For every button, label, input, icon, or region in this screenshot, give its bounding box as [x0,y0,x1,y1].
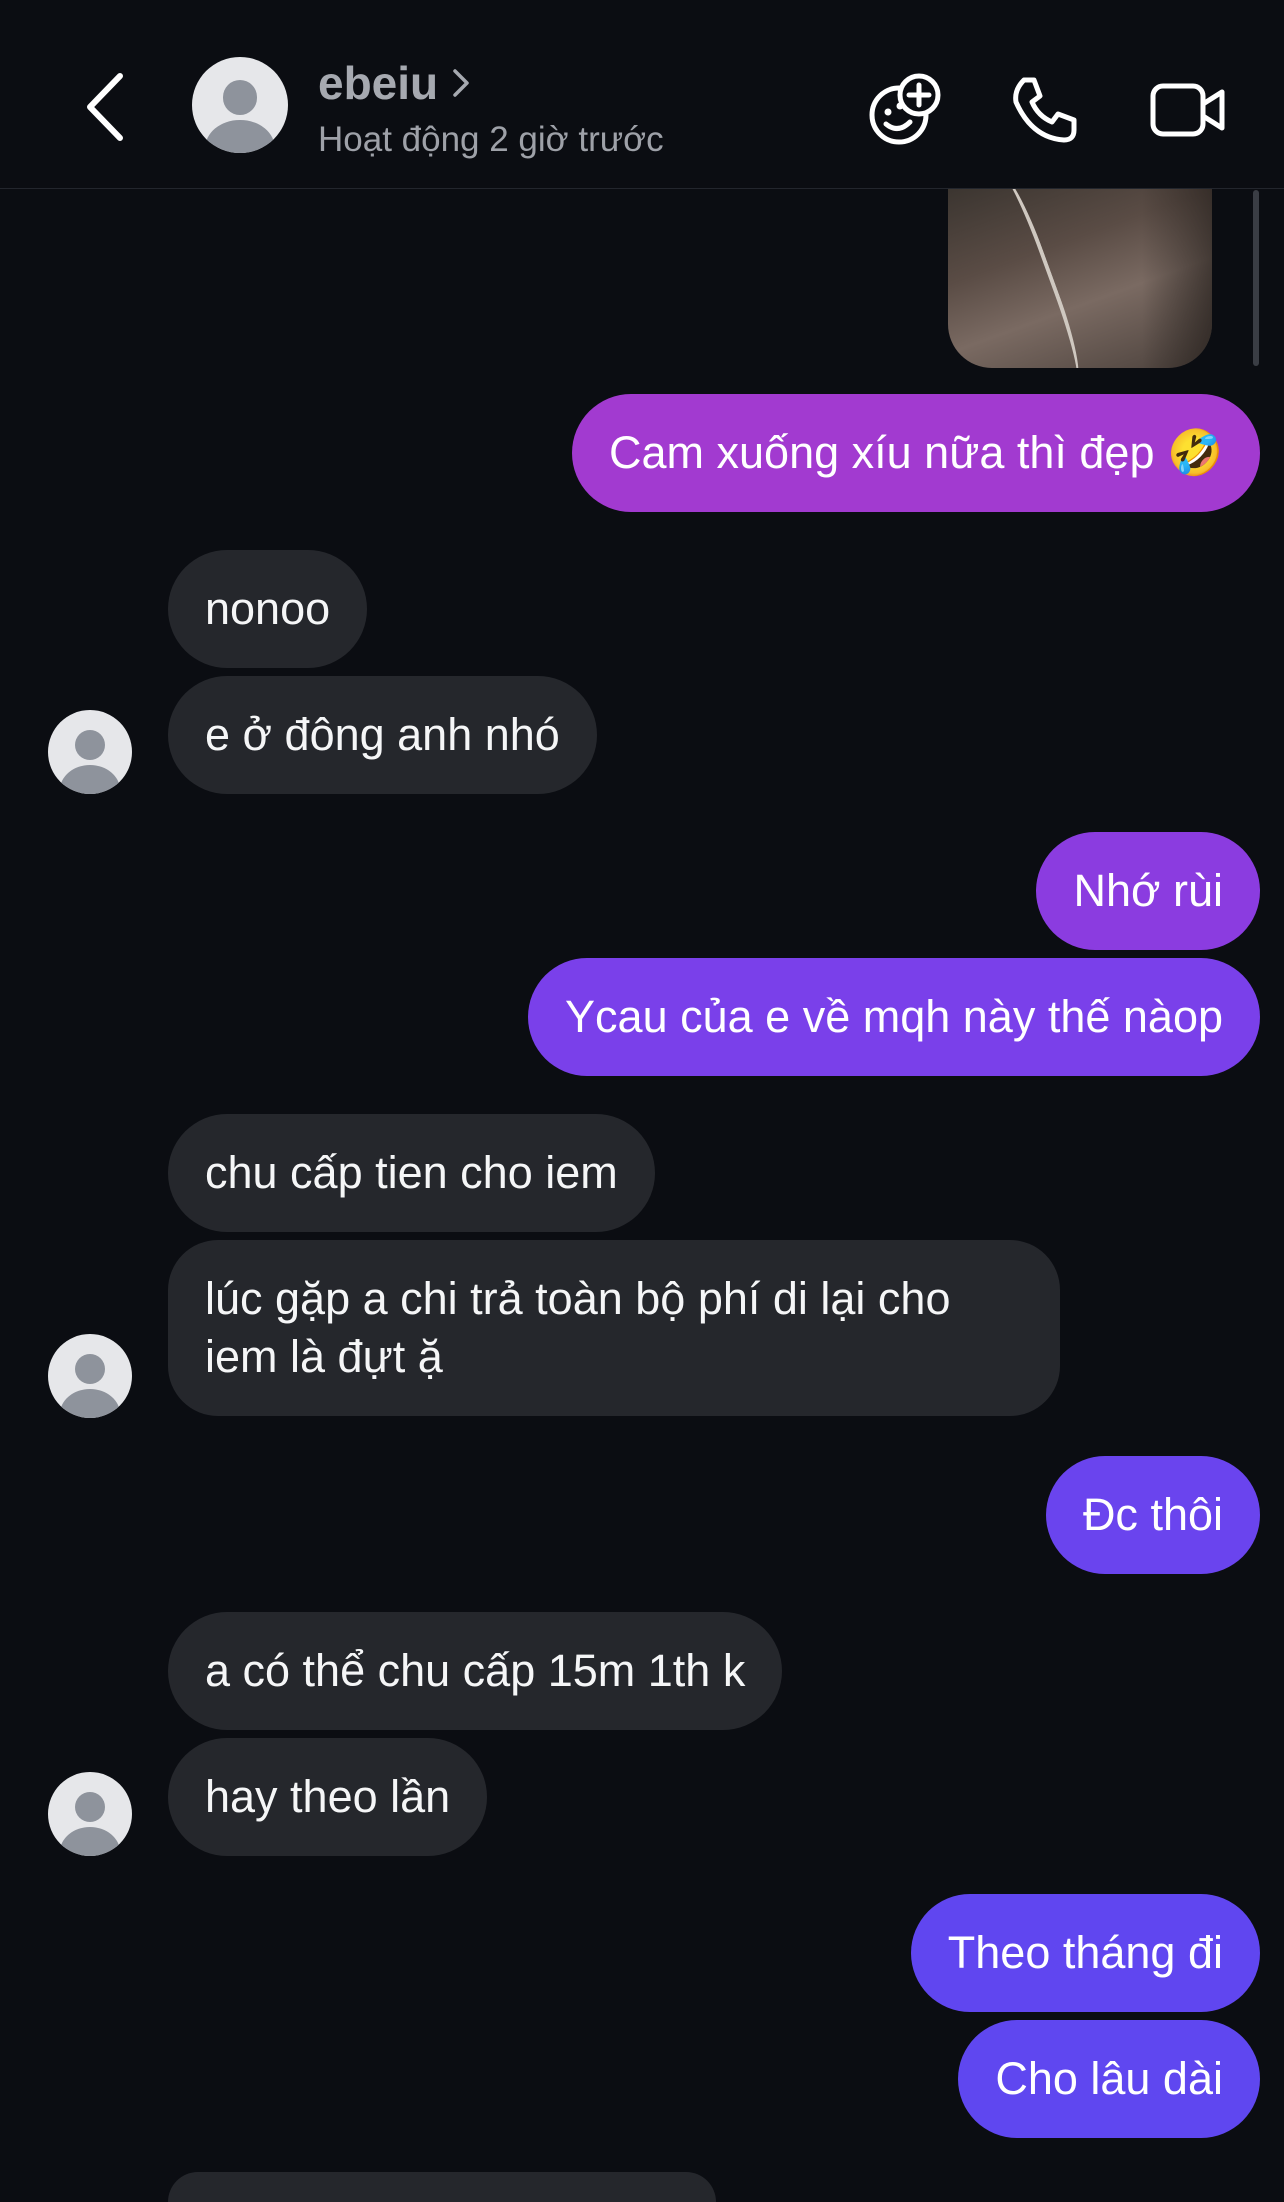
chat-header: ebeiu Hoạt động 2 giờ trước [0,0,1284,189]
outgoing-message[interactable]: Ycau của e về mqh này thế nàop [528,958,1260,1076]
contact-name: ebeiu [318,57,439,109]
incoming-message[interactable]: a có thể chu cấp 15m 1th k [168,1612,783,1730]
message-photo[interactable] [948,188,1212,368]
outgoing-message[interactable]: Cam xuống xíu nữa thì đẹp 🤣 [572,394,1260,512]
chevron-right-icon [453,69,469,97]
contact-avatar-small[interactable] [48,710,132,794]
back-arrow-icon [87,73,123,141]
contact-status: Hoạt động 2 giờ trước [318,120,664,159]
incoming-message-partial[interactable] [168,2172,716,2202]
effects-button[interactable] [866,72,942,148]
video-camera-icon [1150,83,1225,137]
contact-avatar-small[interactable] [48,1334,132,1418]
phone-icon [1013,77,1077,143]
incoming-message[interactable]: hay theo lần [168,1738,488,1856]
message-list[interactable]: Cam xuống xíu nữa thì đẹp 🤣 nonoo e ở đô… [0,188,1284,2202]
back-button[interactable] [72,62,142,152]
contact-avatar[interactable] [192,57,288,153]
outgoing-message[interactable]: Theo tháng đi [910,1894,1260,2012]
incoming-message[interactable]: e ở đông anh nhó [168,676,597,794]
incoming-message[interactable]: chu cấp tien cho iem [168,1114,655,1232]
outgoing-message[interactable]: Nhớ rùi [1036,832,1260,950]
outgoing-message[interactable]: Cho lâu dài [958,2020,1260,2138]
incoming-message[interactable]: nonoo [168,550,368,668]
video-call-button[interactable] [1148,72,1228,148]
call-button[interactable] [1006,72,1082,148]
contact-avatar-small[interactable] [48,1772,132,1856]
effects-add-icon [869,73,941,145]
scrollbar[interactable] [1253,190,1259,366]
outgoing-message[interactable]: Đc thôi [1045,1456,1260,1574]
contact-name-row[interactable]: ebeiu [318,56,472,110]
incoming-message[interactable]: lúc gặp a chi trả toàn bộ phí di lại cho… [168,1240,1060,1416]
